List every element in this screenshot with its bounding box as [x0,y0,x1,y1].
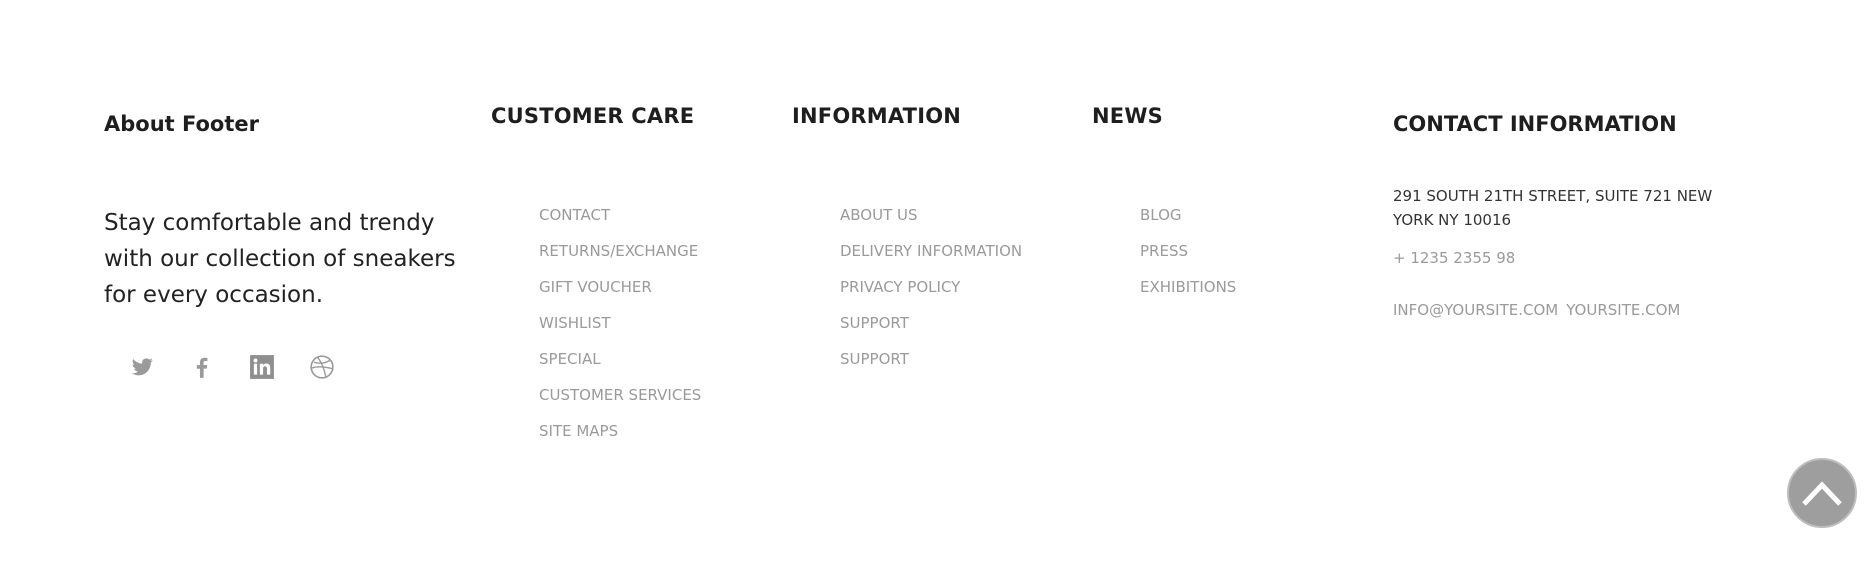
customer-care-link[interactable]: WISHLIST [539,314,611,332]
news-links: BLOG PRESS EXHIBITIONS [1140,205,1236,313]
information-link[interactable]: SUPPORT [840,350,909,368]
dribbble-icon [310,355,334,379]
about-footer-heading: About Footer [104,112,259,136]
customer-care-link[interactable]: SPECIAL [539,350,601,368]
contact-address: 291 SOUTH 21TH STREET, SUITE 721 NEW YOR… [1393,187,1713,229]
information-item: ABOUT US [840,205,1022,241]
contact-email-link[interactable]: INFO@YOURSITE.COM [1393,301,1558,319]
news-link[interactable]: EXHIBITIONS [1140,278,1236,296]
twitter-link[interactable] [126,351,158,383]
chevron-up-icon [1802,481,1842,506]
contact-website-link[interactable]: YOURSITE.COM [1566,301,1680,319]
contact-phone[interactable]: + 1235 2355 98 [1393,249,1515,267]
customer-care-link[interactable]: SITE MAPS [539,422,618,440]
information-item: SUPPORT [840,349,1022,385]
linkedin-link[interactable] [246,351,278,383]
customer-care-link[interactable]: CUSTOMER SERVICES [539,386,701,404]
customer-care-item: WISHLIST [539,313,701,349]
customer-care-item: RETURNS/EXCHANGE [539,241,701,277]
customer-care-link[interactable]: RETURNS/EXCHANGE [539,242,698,260]
contact-emails: INFO@YOURSITE.COM YOURSITE.COM [1393,301,1680,319]
news-link[interactable]: BLOG [1140,206,1182,224]
information-link[interactable]: PRIVACY POLICY [840,278,960,296]
customer-care-item: SITE MAPS [539,421,701,457]
contact-information-title: CONTACT INFORMATION [1393,112,1677,136]
news-item: PRESS [1140,241,1236,277]
customer-care-links: CONTACT RETURNS/EXCHANGE GIFT VOUCHER WISHL… [539,205,701,457]
information-item: PRIVACY POLICY [840,277,1022,313]
news-item: EXHIBITIONS [1140,277,1236,313]
customer-care-item: SPECIAL [539,349,701,385]
information-links: ABOUT US DELIVERY INFORMATION PRIVACY POLI… [840,205,1022,385]
information-link[interactable]: SUPPORT [840,314,909,332]
footer: About Footer Stay comfortable and trendy… [0,0,1867,568]
information-link[interactable]: DELIVERY INFORMATION [840,242,1022,260]
customer-care-link[interactable]: CONTACT [539,206,610,224]
twitter-icon [131,358,153,376]
scroll-to-top-button[interactable] [1787,458,1857,528]
facebook-icon [196,357,208,378]
dribbble-link[interactable] [306,351,338,383]
customer-care-link[interactable]: GIFT VOUCHER [539,278,652,296]
facebook-link[interactable] [186,351,218,383]
information-link[interactable]: ABOUT US [840,206,918,224]
customer-care-title: CUSTOMER CARE [491,104,695,128]
customer-care-item: GIFT VOUCHER [539,277,701,313]
customer-care-item: CONTACT [539,205,701,241]
about-footer-text: Stay comfortable and trendy with our col… [104,210,456,308]
linkedin-icon [250,355,274,379]
information-title: INFORMATION [792,104,962,128]
news-link[interactable]: PRESS [1140,242,1188,260]
customer-care-item: CUSTOMER SERVICES [539,385,701,421]
information-item: SUPPORT [840,313,1022,349]
social-links [126,351,338,383]
news-item: BLOG [1140,205,1236,241]
information-item: DELIVERY INFORMATION [840,241,1022,277]
news-title: NEWS [1092,104,1164,128]
